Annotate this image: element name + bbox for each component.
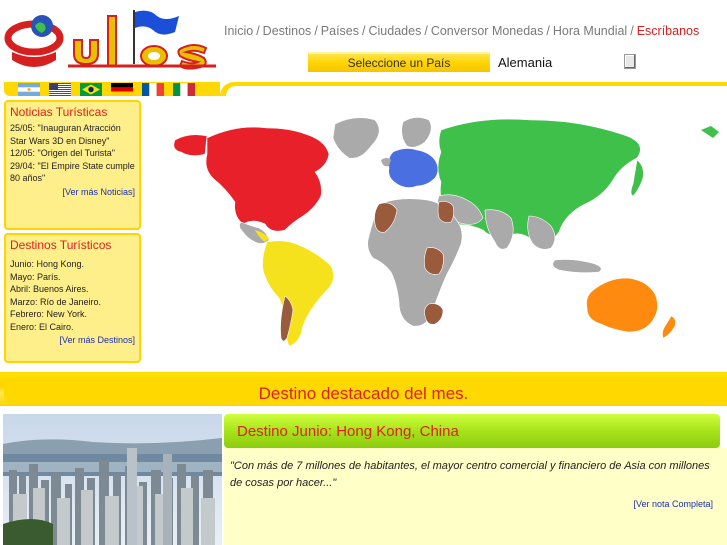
world-map[interactable] <box>145 100 725 370</box>
map-new-zealand <box>662 315 676 339</box>
map-scandinavia <box>401 117 432 148</box>
site-logo[interactable] <box>4 4 216 78</box>
full-note-link[interactable]: [Ver nota Completa] <box>633 499 713 509</box>
flag-strip <box>4 82 220 96</box>
flag-argentina-icon[interactable] <box>18 83 40 96</box>
nav-separator: / <box>630 24 634 38</box>
map-egypt <box>437 201 454 223</box>
map-north-america <box>205 126 330 232</box>
destination-item[interactable]: Junio: Hong Kong. <box>10 258 135 271</box>
map-japan <box>630 159 644 197</box>
flag-brazil-icon[interactable] <box>80 83 102 96</box>
highlight-title: Destino destacado del mes. <box>258 384 469 403</box>
map-south-africa <box>424 303 444 325</box>
news-item[interactable]: 25/05: "Inauguran Atracción Star Wars 3D… <box>10 122 135 147</box>
map-alaska <box>173 134 208 156</box>
nav-separator: / <box>256 24 260 38</box>
featured-quote: "Con más de 7 millones de habitantes, el… <box>230 460 710 489</box>
destination-item[interactable]: Enero: El Cairo. <box>10 321 135 334</box>
flag-germany-icon[interactable] <box>111 83 133 96</box>
featured-heading[interactable]: Destino Junio: Hong Kong, China <box>237 423 459 440</box>
featured-header: Destino Junio: Hong Kong, China <box>224 414 720 448</box>
nav-separator: / <box>424 24 428 38</box>
map-europe <box>388 148 439 188</box>
destinations-box: Destinos Turísticos Junio: Hong Kong. Ma… <box>4 233 141 363</box>
more-news-link[interactable]: [Ver más Noticias] <box>6 185 139 199</box>
destination-item[interactable]: Marzo: Río de Janeiro. <box>10 296 135 309</box>
nav-separator: / <box>362 24 366 38</box>
map-south-america <box>262 240 334 347</box>
news-item[interactable]: 29/04: "El Empire State cumple 80 años" <box>10 160 135 185</box>
nav-paises[interactable]: Países <box>321 24 359 38</box>
destinations-title: Destinos Turísticos <box>10 238 112 252</box>
flag-usa-icon[interactable] <box>49 83 71 96</box>
news-item[interactable]: 12/05: "Origen del Turista" <box>10 147 135 160</box>
flag-france-icon[interactable] <box>142 83 164 96</box>
nav-separator: / <box>314 24 318 38</box>
map-central-africa <box>424 247 444 275</box>
flag-italy-icon[interactable] <box>173 83 195 96</box>
country-select-label: Seleccione un País <box>308 52 490 72</box>
destination-item[interactable]: Abril: Buenos Aires. <box>10 283 135 296</box>
destination-item[interactable]: Mayo: París. <box>10 271 135 284</box>
more-destinations-link[interactable]: [Ver más Destinos] <box>6 333 139 347</box>
header-divider <box>220 82 727 96</box>
top-nav: Inicio / Destinos / Países / Ciudades / Converso… <box>224 24 699 38</box>
map-indonesia <box>552 259 602 273</box>
nav-inicio[interactable]: Inicio <box>224 24 253 38</box>
news-box: Noticias Turísticas 25/05: "Inauguran At… <box>4 100 141 230</box>
country-select-button[interactable] <box>624 54 636 69</box>
news-title: Noticias Turísticas <box>10 105 108 119</box>
nav-ciudades[interactable]: Ciudades <box>369 24 422 38</box>
hong-kong-photo[interactable] <box>3 414 222 545</box>
nav-hora-mundial[interactable]: Hora Mundial <box>553 24 627 38</box>
nav-separator: / <box>546 24 550 38</box>
destination-item[interactable]: Febrero: New York. <box>10 308 135 321</box>
map-greenland <box>332 117 380 159</box>
map-australia <box>586 277 658 333</box>
country-select-value[interactable]: Alemania <box>498 55 552 70</box>
nav-conversor[interactable]: Conversor Monedas <box>431 24 544 38</box>
nav-destinos[interactable]: Destinos <box>263 24 312 38</box>
nav-escribanos[interactable]: Escríbanos <box>637 24 700 38</box>
